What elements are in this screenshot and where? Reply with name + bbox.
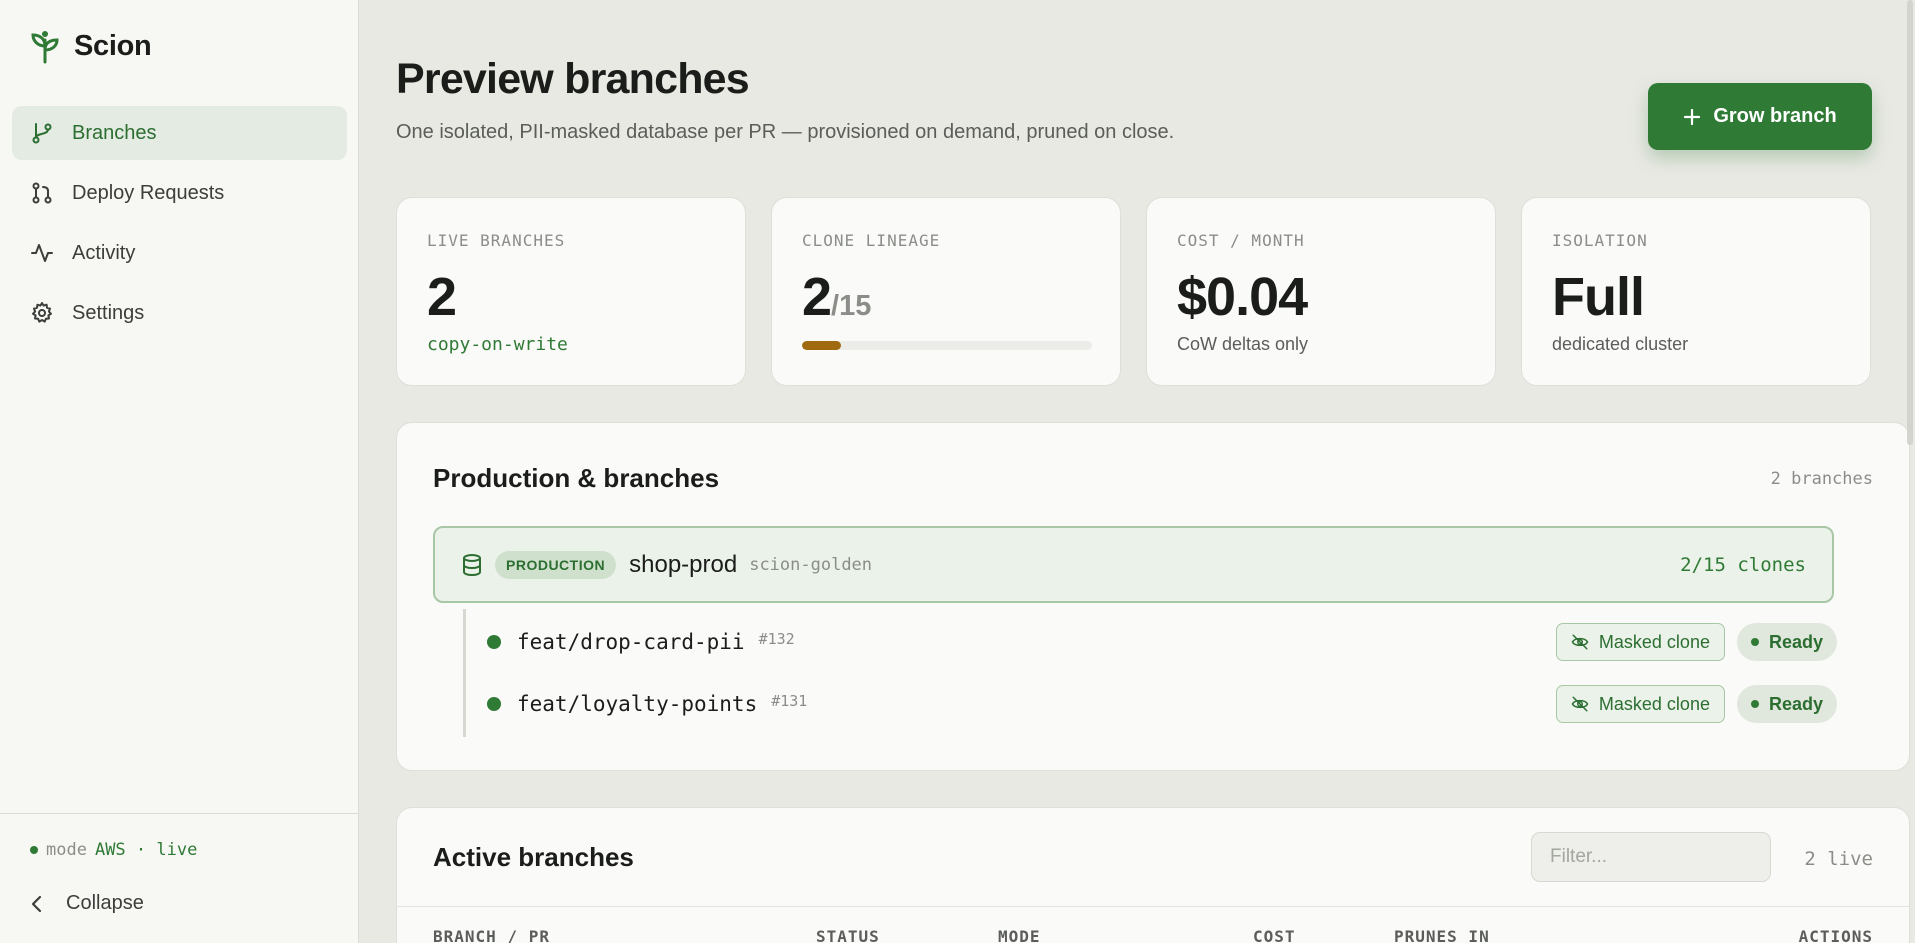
grow-branch-button[interactable]: Grow branch (1648, 83, 1872, 150)
branch-tags: Masked clone Ready (1555, 623, 1837, 661)
sidebar-item-settings[interactable]: Settings (12, 286, 347, 340)
mode-indicator: mode AWS · live (30, 840, 197, 860)
stat-note: copy-on-write (427, 334, 568, 355)
grow-branch-label: Grow branch (1713, 105, 1837, 127)
column-header-branch[interactable]: BRANCH / PR (433, 927, 550, 943)
clone-lineage-progress (802, 341, 1092, 350)
production-db-name: shop-prod (629, 550, 738, 578)
stat-note: dedicated cluster (1552, 334, 1689, 354)
collapse-button[interactable]: Collapse (30, 892, 144, 915)
child-branch-list: feat/drop-card-pii #132 Masked clone Rea… (463, 609, 1837, 737)
stat-value-total: /15 (831, 290, 872, 322)
status-label: Ready (1768, 631, 1823, 652)
ready-dot (1750, 700, 1759, 708)
page-title: Preview branches (396, 55, 750, 103)
branch-tags: Masked clone Ready (1555, 685, 1837, 723)
section-title: Production & branches (433, 463, 720, 493)
branch-row[interactable]: feat/drop-card-pii #132 Masked clone Rea… (466, 617, 1837, 667)
activity-icon (31, 244, 53, 262)
plus-icon (1684, 108, 1701, 125)
column-header-actions: ACTIONS (1798, 927, 1873, 943)
active-branches-card: Active branches 2 live BRANCH / PR STATU… (396, 807, 1910, 943)
stat-label: ISOLATION (1552, 231, 1648, 250)
main-content: Preview branches One isolated, PII-maske… (360, 0, 1915, 943)
gear-icon (32, 302, 52, 323)
status-label: Ready (1768, 693, 1823, 714)
production-branches-card: Production & branches 2 branches PRODUCT… (396, 422, 1910, 771)
stats-row: LIVE BRANCHES 2 copy-on-write CLONE LINE… (396, 197, 1871, 386)
column-header-mode[interactable]: MODE (998, 927, 1041, 943)
masked-clone-badge: Masked clone (1555, 685, 1725, 723)
status-badge: Ready (1736, 685, 1837, 723)
chevron-left-icon (31, 895, 42, 912)
sidebar-item-label: Deploy Requests (72, 181, 225, 204)
branch-name: feat/loyalty-points (517, 692, 758, 716)
masked-clone-badge: Masked clone (1555, 623, 1725, 661)
sidebar-item-label: Activity (72, 241, 136, 264)
brand[interactable]: Scion (30, 28, 152, 64)
stat-value: $0.04 (1177, 267, 1308, 327)
section-title: Active branches (433, 842, 634, 872)
stat-card-clone-lineage: CLONE LINEAGE 2/15 (771, 197, 1121, 386)
sidebar-item-branches[interactable]: Branches (12, 106, 347, 160)
column-header-cost[interactable]: COST (1253, 927, 1296, 943)
collapse-label: Collapse (66, 892, 144, 914)
branch-name: feat/drop-card-pii (517, 630, 745, 654)
sidebar-item-activity[interactable]: Activity (12, 226, 347, 280)
branch-status-dot (487, 697, 501, 711)
stat-card-cost: COST / MONTH $0.04 CoW deltas only (1146, 197, 1496, 386)
eye-off-icon (1571, 696, 1589, 712)
pr-number[interactable]: #132 (759, 630, 795, 648)
page-subtitle: One isolated, PII-masked database per PR… (396, 121, 1175, 143)
masked-clone-label: Masked clone (1598, 693, 1710, 714)
stat-card-isolation: ISOLATION Full dedicated cluster (1521, 197, 1871, 386)
production-cluster: scion-golden (749, 554, 873, 575)
sidebar-item-label: Branches (72, 121, 157, 144)
sprout-logo-icon (31, 31, 59, 64)
sidebar-footer: mode AWS · live Collapse (0, 813, 359, 943)
production-clone-count: 2/15 clones (1680, 553, 1806, 576)
table-header: BRANCH / PR STATUS MODE COST PRUNES IN A… (397, 906, 1909, 943)
ready-dot (1750, 638, 1759, 646)
stat-label: CLONE LINEAGE (802, 231, 941, 250)
production-badge: PRODUCTION (495, 550, 617, 579)
live-count: 2 live (1804, 848, 1873, 870)
branch-count: 2 branches (1770, 469, 1873, 489)
stat-value: 2/15 (802, 266, 871, 328)
progress-fill (802, 341, 841, 350)
stat-label: LIVE BRANCHES (427, 231, 566, 250)
column-header-prunes-in[interactable]: PRUNES IN (1394, 927, 1490, 943)
eye-off-icon (1571, 634, 1589, 650)
mode-value: AWS · live (94, 840, 198, 860)
stat-label: COST / MONTH (1177, 231, 1305, 250)
masked-clone-label: Masked clone (1598, 631, 1710, 652)
git-branch-icon (32, 123, 52, 144)
production-database-row[interactable]: PRODUCTION shop-prod scion-golden 2/15 c… (433, 526, 1834, 603)
stat-note: CoW deltas only (1177, 334, 1309, 354)
filter-input[interactable] (1531, 832, 1771, 882)
branch-status-dot (487, 635, 501, 649)
sidebar: Scion Branches Deploy Requests Activity (0, 0, 359, 943)
stat-card-live-branches: LIVE BRANCHES 2 copy-on-write (396, 197, 746, 386)
scrollbar-thumb[interactable] (1907, 0, 1913, 445)
database-icon (463, 553, 481, 576)
sidebar-item-deploy-requests[interactable]: Deploy Requests (12, 166, 347, 220)
stat-value-number: 2 (802, 267, 832, 327)
git-pull-request-icon (32, 182, 52, 204)
sidebar-nav: Branches Deploy Requests Activity Settin… (12, 106, 347, 346)
sidebar-item-label: Settings (72, 301, 145, 324)
status-badge: Ready (1736, 623, 1837, 661)
page-scrollbar[interactable] (1903, 0, 1915, 943)
column-header-status[interactable]: STATUS (816, 927, 880, 943)
pr-number[interactable]: #131 (771, 692, 807, 710)
live-status-dot (30, 846, 38, 854)
app-name: Scion (74, 29, 152, 62)
stat-value: 2 (427, 267, 457, 327)
mode-prefix: mode (46, 840, 87, 860)
branch-row[interactable]: feat/loyalty-points #131 Masked clone Re… (466, 679, 1837, 729)
stat-value: Full (1552, 267, 1645, 327)
